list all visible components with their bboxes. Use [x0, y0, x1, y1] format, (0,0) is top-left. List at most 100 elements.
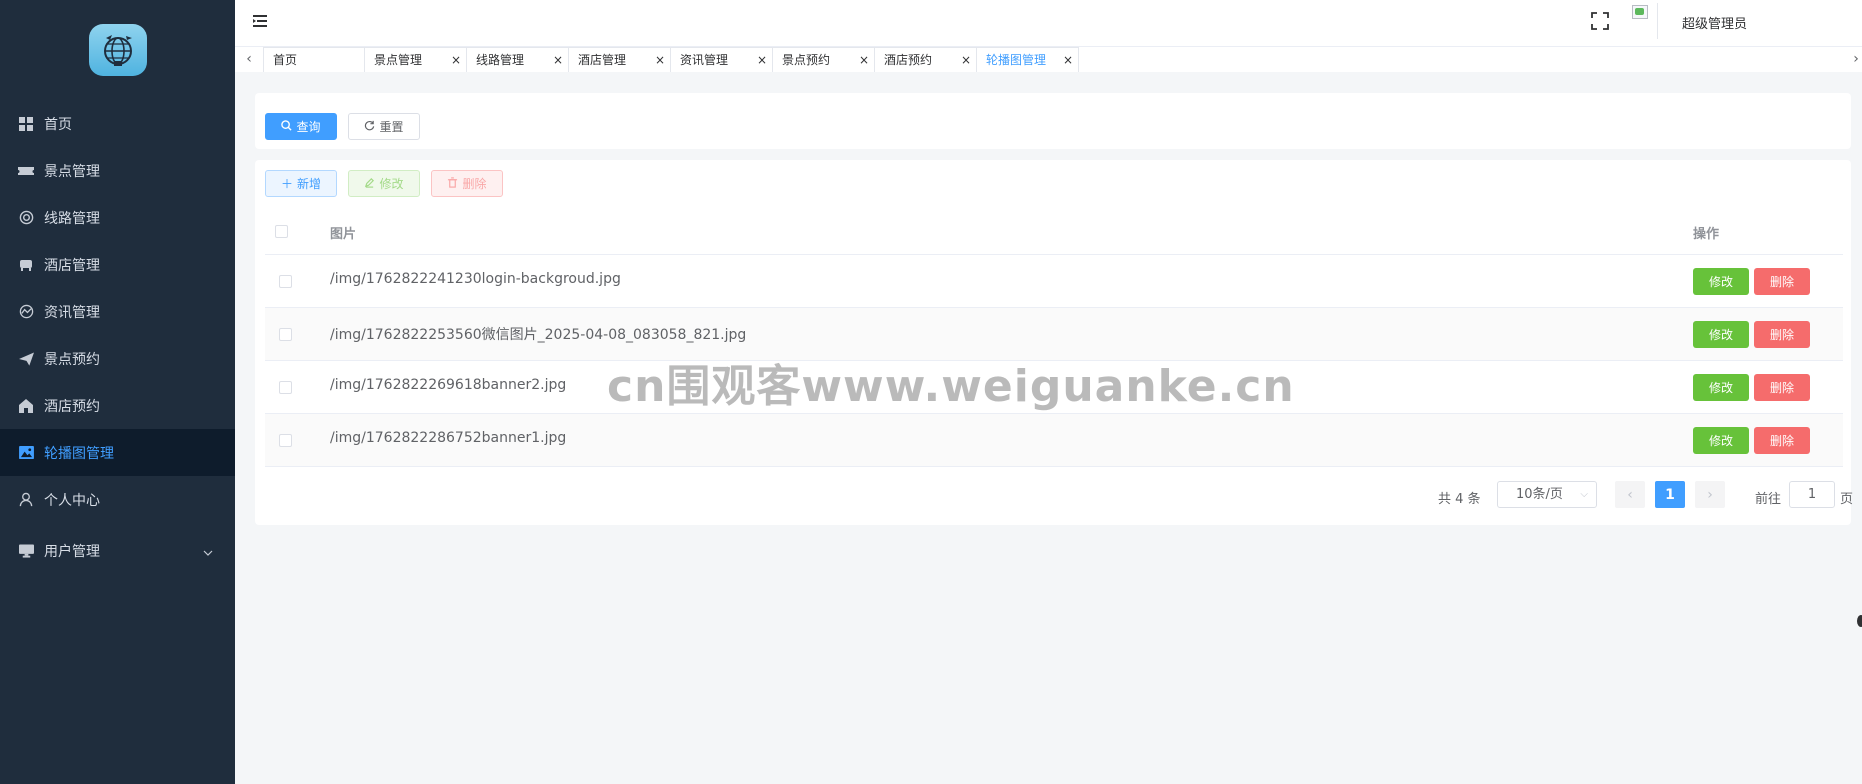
close-icon[interactable]: × [451, 48, 461, 72]
chevron-left-icon: ‹ [1627, 486, 1633, 503]
chart-circle-icon [18, 304, 34, 320]
search-button[interactable]: 查询 [265, 113, 337, 140]
tab-4[interactable]: 资讯管理 × [671, 47, 773, 72]
close-icon[interactable]: × [757, 48, 767, 72]
tab-6[interactable]: 酒店预约 × [875, 47, 977, 72]
table-panel: ＋ 新增 修改 删除 图片 操作 /img/1762822241230login… [255, 160, 1854, 525]
select-all-checkbox[interactable] [275, 225, 288, 238]
goto-page-input[interactable]: 1 [1789, 481, 1835, 508]
row-checkbox[interactable] [279, 328, 292, 341]
close-icon[interactable]: × [553, 48, 563, 72]
home-icon [18, 398, 34, 414]
sidebar-item-hotel-booking[interactable]: 酒店预约 [0, 382, 235, 429]
delete-button[interactable]: 删除 [431, 170, 503, 197]
search-panel: 查询 重置 [255, 93, 1851, 149]
sidebar-item-hotel[interactable]: 酒店管理 [0, 241, 235, 288]
row-checkbox[interactable] [279, 434, 292, 447]
hamburger-menu-icon[interactable] [252, 13, 268, 29]
row-delete-button[interactable]: 删除 [1754, 374, 1810, 401]
chevron-down-icon [203, 544, 213, 560]
row-delete-button[interactable]: 删除 [1754, 427, 1810, 454]
tab-3[interactable]: 酒店管理 × [569, 47, 671, 72]
trash-icon [447, 176, 458, 191]
page-size-value: 10条/页 [1516, 487, 1563, 502]
sidebar-item-profile[interactable]: 个人中心 [0, 476, 235, 523]
side-menu: 首页 景点管理线路管理酒店管理资讯管理景点预约酒店预约轮播图管理 个人中心 用户管理 [0, 100, 235, 574]
logo-area [0, 0, 235, 100]
pagination: 共 4 条 10条/页 ⌵ ‹ 1 › 前往 1 页 [255, 475, 1854, 515]
tags-view: ‹ 首页 景点管理 × 线路管理 × 酒店管理 × 资讯管理 × 景点预约 × 酒店预约 × 轮播图管理 ×… [235, 47, 1862, 72]
sidebar-item-route[interactable]: 线路管理 [0, 194, 235, 241]
table-header: 图片 操作 [265, 210, 1843, 255]
column-header-image: 图片 [330, 227, 357, 242]
user-name[interactable]: 超级管理员 [1682, 13, 1747, 32]
goto-label: 前往 [1755, 492, 1782, 507]
search-icon [281, 119, 293, 134]
image-placeholder-icon [1635, 8, 1644, 15]
sidebar-item-scenic-booking[interactable]: 景点预约 [0, 335, 235, 382]
row-checkbox[interactable] [279, 275, 292, 288]
tab-5[interactable]: 景点预约 × [773, 47, 875, 72]
add-button-label: 新增 [297, 177, 322, 191]
sidebar-item-scenic[interactable]: 景点管理 [0, 147, 235, 194]
ring-icon [18, 210, 34, 226]
close-icon[interactable]: × [1063, 48, 1073, 72]
picture-icon [18, 445, 34, 461]
row-edit-button[interactable]: 修改 [1693, 268, 1749, 295]
avatar[interactable] [1630, 3, 1658, 39]
edge-scroll-handle[interactable] [1857, 615, 1862, 627]
tabs-scroll-right-icon[interactable]: › [1847, 50, 1862, 68]
tab-1[interactable]: 景点管理 × [365, 47, 467, 72]
page-suffix-label: 页 [1840, 492, 1854, 507]
top-header: 超级管理员 [235, 0, 1862, 47]
sidebar: 首页 景点管理线路管理酒店管理资讯管理景点预约酒店预约轮播图管理 个人中心 用户管理 [0, 0, 235, 784]
tabs-scroll-left-icon[interactable]: ‹ [240, 50, 258, 68]
delete-button-label: 删除 [462, 177, 487, 191]
tab-label: 酒店管理 [578, 53, 627, 67]
tab-7[interactable]: 轮播图管理 × [977, 47, 1079, 72]
table-row: /img/1762822241230login-backgroud.jpg 修改删… [265, 255, 1843, 308]
sidebar-item-users[interactable]: 用户管理 [0, 527, 235, 574]
bed-icon [18, 257, 34, 273]
sidebar-item-home[interactable]: 首页 [0, 100, 235, 147]
row-delete-button[interactable]: 删除 [1754, 268, 1810, 295]
ticket-icon [18, 163, 34, 179]
reset-button[interactable]: 重置 [348, 113, 420, 140]
tab-label: 首页 [273, 53, 298, 67]
sidebar-item-label: 资讯管理 [44, 304, 100, 321]
image-path: /img/1762822253560微信图片_2025-04-08_083058… [330, 327, 747, 343]
tab-label: 景点管理 [374, 53, 423, 67]
watermark: cn围观客www.weiguanke.cn [607, 361, 1295, 412]
edit-icon [364, 177, 375, 191]
row-edit-button[interactable]: 修改 [1693, 374, 1749, 401]
globe-logo-icon[interactable] [88, 24, 147, 76]
close-icon[interactable]: × [655, 48, 665, 72]
sidebar-item-news[interactable]: 资讯管理 [0, 288, 235, 335]
tab-label: 线路管理 [476, 53, 525, 67]
row-edit-button[interactable]: 修改 [1693, 427, 1749, 454]
grid-icon [18, 116, 34, 132]
plus-icon: ＋ [280, 177, 293, 191]
next-page-button[interactable]: › [1695, 481, 1725, 508]
tab-label: 资讯管理 [680, 53, 729, 67]
row-edit-button[interactable]: 修改 [1693, 321, 1749, 348]
add-button[interactable]: ＋ 新增 [265, 170, 337, 197]
tab-2[interactable]: 线路管理 × [467, 47, 569, 72]
page-number-button[interactable]: 1 [1655, 481, 1685, 508]
chevron-right-icon: › [1707, 486, 1713, 503]
close-icon[interactable]: × [961, 48, 971, 72]
fullscreen-icon[interactable] [1591, 12, 1609, 30]
send-icon [18, 351, 34, 367]
sidebar-item-label: 酒店预约 [44, 398, 100, 415]
row-delete-button[interactable]: 删除 [1754, 321, 1810, 348]
user-icon [18, 492, 34, 508]
prev-page-button[interactable]: ‹ [1615, 481, 1645, 508]
chevron-down-icon: ⌵ [1580, 489, 1588, 500]
row-checkbox[interactable] [279, 381, 292, 394]
close-icon[interactable]: × [859, 48, 869, 72]
edit-button[interactable]: 修改 [348, 170, 420, 197]
sidebar-item-banner[interactable]: 轮播图管理 [0, 429, 235, 476]
sidebar-item-label: 线路管理 [44, 210, 100, 227]
page-size-select[interactable]: 10条/页 ⌵ [1497, 481, 1597, 508]
tab-0[interactable]: 首页 [263, 47, 365, 72]
